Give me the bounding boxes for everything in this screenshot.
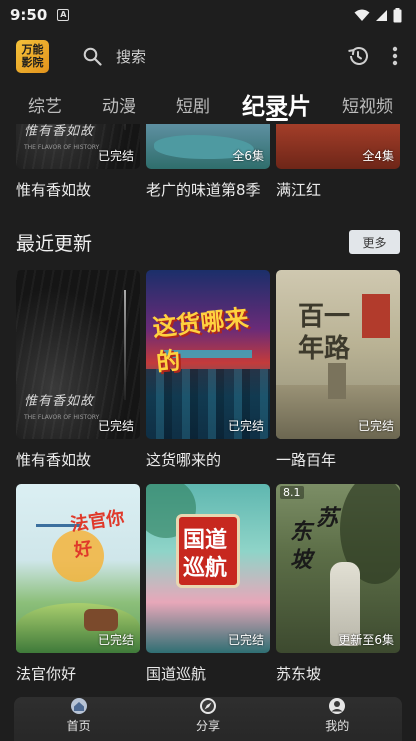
status-badge: 已完结 — [357, 419, 394, 433]
notification-icon: A — [57, 9, 70, 21]
nav-label: 首页 — [66, 719, 91, 733]
search-bar[interactable]: 搜索 — [83, 46, 346, 67]
nav-label: 我的 — [325, 719, 350, 733]
tab-variety[interactable]: 综艺 — [28, 92, 62, 117]
status-bar: 9:50 A — [0, 0, 416, 30]
poster-title-art: 年路 — [298, 334, 351, 364]
profile-icon — [329, 698, 346, 714]
poster-image: 法官你好 已完结 — [16, 484, 140, 653]
poster-title-art: 坡 — [290, 548, 313, 573]
nav-share[interactable]: 分享 — [168, 697, 248, 734]
video-card[interactable]: 惟有香如故 THE FLAVOR OF HISTORY 已完结 惟有香如故 — [16, 124, 140, 200]
poster-image: 这货哪来的 已完结 — [146, 270, 270, 439]
status-badge: 已完结 — [227, 633, 264, 647]
bottom-navigation: 首页 分享 我的 — [14, 697, 402, 741]
video-card[interactable]: 惟有香如故 THE FLAVOR OF HISTORY 已完结 惟有香如故 — [16, 270, 140, 470]
video-title: 老广的味道第8季 — [146, 181, 261, 199]
more-vert-icon[interactable] — [392, 46, 398, 66]
poster-image: 全6集 — [146, 124, 270, 169]
status-badge: 已完结 — [97, 149, 134, 163]
tab-documentary[interactable]: 纪录片 — [242, 87, 311, 121]
video-card[interactable]: 苏 东 坡 8.1 更新至6集 苏东坡 — [276, 484, 400, 684]
poster-image: 惟有香如故 THE FLAVOR OF HISTORY 已完结 — [16, 124, 140, 169]
status-badge: 已完结 — [97, 633, 134, 647]
status-badge: 更新至6集 — [338, 633, 394, 647]
status-time: 9:50 — [10, 6, 48, 24]
tab-short-video[interactable]: 短视频 — [342, 92, 393, 117]
poster-image: 百一 年路 已完结 — [276, 270, 400, 439]
video-card[interactable]: 国道 巡航 已完结 国道巡航 — [146, 484, 270, 684]
top-row: 惟有香如故 THE FLAVOR OF HISTORY 已完结 惟有香如故 全6… — [16, 124, 400, 200]
video-card[interactable]: 全6集 老广的味道第8季 — [146, 124, 270, 200]
video-card[interactable]: 全4集 满江红 — [276, 124, 400, 200]
content-scroll[interactable]: 惟有香如故 THE FLAVOR OF HISTORY 已完结 惟有香如故 全6… — [0, 124, 416, 694]
nav-profile[interactable]: 我的 — [297, 697, 377, 734]
active-tab-indicator — [266, 118, 288, 121]
search-placeholder: 搜索 — [116, 47, 147, 66]
video-title: 苏东坡 — [276, 665, 322, 683]
status-badge: 已完结 — [227, 419, 264, 433]
nav-label: 分享 — [195, 719, 220, 733]
app-header: 万能 影院 搜索 — [0, 30, 416, 82]
video-title: 法官你好 — [16, 665, 77, 683]
logo-text-line1: 万能 — [21, 43, 44, 56]
poster-calligraphy: 惟有香如故 — [24, 124, 95, 139]
poster-subtitle: THE FLAVOR OF HISTORY — [24, 144, 100, 151]
more-button[interactable]: 更多 — [349, 230, 400, 254]
video-title: 惟有香如故 — [16, 181, 92, 199]
app-logo[interactable]: 万能 影院 — [16, 39, 49, 73]
category-tabs: 综艺 动漫 短剧 纪录片 短视频 — [0, 82, 416, 124]
section-title: 最近更新 — [16, 232, 93, 255]
status-badge: 全4集 — [362, 149, 394, 163]
status-badge: 已完结 — [97, 419, 134, 433]
poster-title-art: 法官你好 — [69, 507, 126, 562]
poster-subtitle: THE FLAVOR OF HISTORY — [24, 414, 100, 421]
rating-badge: 8.1 — [280, 486, 304, 499]
poster-image: 苏 东 坡 8.1 更新至6集 — [276, 484, 400, 653]
poster-image: 惟有香如故 THE FLAVOR OF HISTORY 已完结 — [16, 270, 140, 439]
status-icons — [354, 7, 402, 23]
status-badge: 全6集 — [232, 149, 264, 163]
poster-title-art: 苏 — [316, 506, 339, 531]
battery-icon — [393, 7, 402, 22]
video-card[interactable]: 百一 年路 已完结 一路百年 — [276, 270, 400, 470]
video-title: 一路百年 — [276, 451, 337, 469]
home-icon — [70, 698, 87, 714]
tab-anime[interactable]: 动漫 — [102, 92, 136, 117]
recent-row-2: 法官你好 已完结 法官你好 国道 巡航 已完结 国道巡航 苏 东 坡 8.1 更… — [16, 484, 400, 684]
video-title: 国道巡航 — [146, 665, 207, 683]
poster-image: 国道 巡航 已完结 — [146, 484, 270, 653]
video-title: 这货哪来的 — [146, 451, 222, 469]
video-title: 满江红 — [276, 181, 322, 199]
poster-title-art: 巡航 — [183, 556, 228, 581]
video-card[interactable]: 法官你好 已完结 法官你好 — [16, 484, 140, 684]
signal-icon — [376, 9, 387, 21]
history-icon[interactable] — [346, 44, 370, 68]
logo-text-line2: 影院 — [21, 56, 44, 69]
recent-row-1: 惟有香如故 THE FLAVOR OF HISTORY 已完结 惟有香如故 这货… — [16, 270, 400, 470]
tab-short-drama[interactable]: 短剧 — [176, 92, 210, 117]
poster-calligraphy: 惟有香如故 — [24, 394, 95, 409]
recent-updates-header: 最近更新 更多 — [16, 228, 400, 256]
compass-icon — [199, 698, 216, 714]
video-card[interactable]: 这货哪来的 已完结 这货哪来的 — [146, 270, 270, 470]
poster-title-art: 这货哪来的 — [151, 304, 250, 377]
poster-image: 全4集 — [276, 124, 400, 169]
wifi-icon — [354, 9, 370, 21]
nav-home[interactable]: 首页 — [39, 697, 119, 734]
search-icon — [83, 47, 102, 66]
video-title: 惟有香如故 — [16, 451, 92, 469]
